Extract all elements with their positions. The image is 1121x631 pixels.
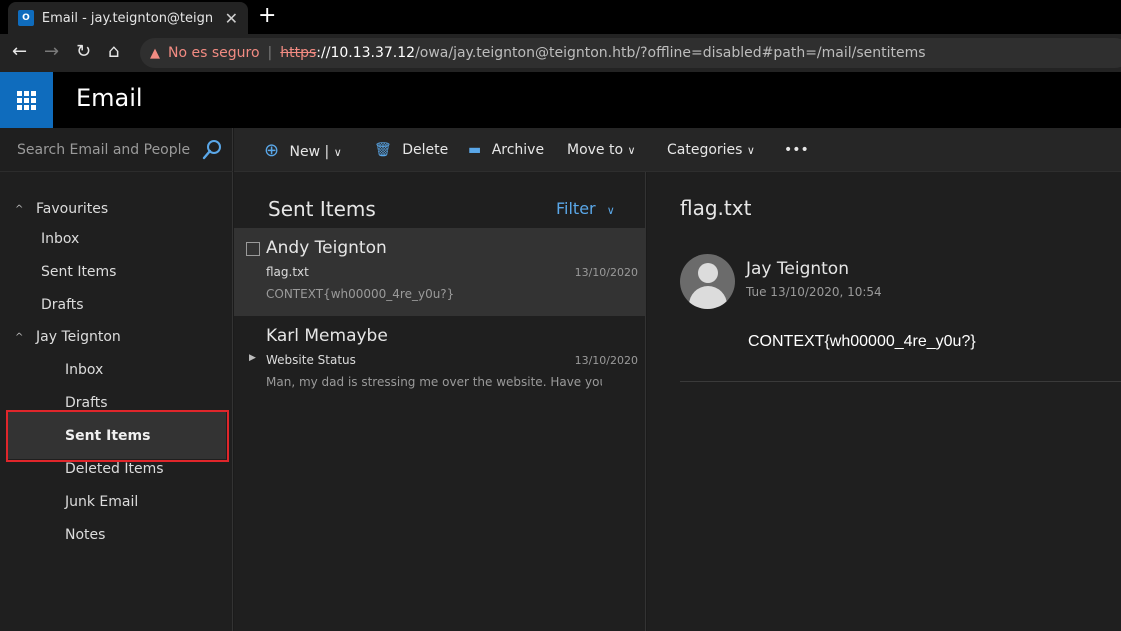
- nav-drafts[interactable]: Drafts: [65, 395, 108, 411]
- reading-sender[interactable]: Jay Teignton: [746, 259, 849, 279]
- message-date: 13/10/2020: [574, 354, 638, 367]
- search-input[interactable]: Search Email and People: [17, 142, 190, 158]
- avatar-body: [689, 286, 727, 309]
- address-bar[interactable]: ▲ No es seguro | https ://10.13.37.12 /o…: [140, 38, 1121, 68]
- nav-fav-sent-items[interactable]: Sent Items: [41, 264, 116, 280]
- move-to-label: Move to: [567, 142, 624, 158]
- message-item[interactable]: Karl Memaybe ▶ Website Status 13/10/2020…: [234, 316, 646, 404]
- nav-fav-drafts[interactable]: Drafts: [41, 297, 84, 313]
- nav-notes[interactable]: Notes: [65, 527, 105, 543]
- command-bar: ⊕ New | ∨ 🗑 Delete ▬ Archive Move to ∨ C…: [234, 128, 1121, 172]
- app-header: Email: [0, 72, 1121, 128]
- delete-label: Delete: [402, 142, 449, 158]
- archive-label: Archive: [491, 142, 545, 158]
- avatar-head: [698, 263, 718, 283]
- filter-button[interactable]: Filter ∨: [556, 199, 615, 218]
- message-sender: Andy Teignton: [266, 238, 387, 258]
- delete-button[interactable]: 🗑 Delete: [374, 142, 448, 158]
- expand-caret-icon[interactable]: ▶: [249, 353, 256, 363]
- chevron-up-icon[interactable]: ^: [15, 332, 23, 343]
- split-divider: |: [324, 144, 330, 160]
- tab-title: Email - jay.teignton@teign: [41, 10, 214, 26]
- browser-tab[interactable]: O Email - jay.teignton@teign ✕: [8, 2, 248, 34]
- nav-deleted-items[interactable]: Deleted Items: [65, 461, 164, 477]
- chevron-down-icon: ∨: [606, 204, 615, 217]
- message-subject: Website Status: [266, 353, 356, 367]
- divider: [680, 381, 1121, 382]
- avatar[interactable]: [680, 254, 735, 309]
- ellipsis-icon: •••: [784, 142, 809, 158]
- waffle-icon: [17, 90, 36, 110]
- reading-pane: [647, 172, 1121, 631]
- trash-icon: 🗑: [374, 142, 392, 158]
- back-icon[interactable]: ←: [12, 42, 27, 62]
- message-sender: Karl Memaybe: [266, 326, 388, 346]
- annotation-highlight-box: [6, 410, 229, 462]
- nav-junk-email[interactable]: Junk Email: [65, 494, 138, 510]
- select-checkbox[interactable]: [246, 242, 260, 256]
- nav-inbox[interactable]: Inbox: [65, 362, 103, 378]
- divider: |: [267, 45, 273, 61]
- reading-body: CONTEXT{wh00000_4re_y0u?}: [748, 333, 976, 350]
- nav-fav-inbox[interactable]: Inbox: [41, 231, 79, 247]
- message-preview: Man, my dad is stressing me over the web…: [266, 375, 602, 389]
- chevron-up-icon[interactable]: ^: [15, 204, 23, 215]
- new-label: New: [289, 144, 321, 160]
- folder-pane: Search Email and People ^ Favourites Inb…: [0, 128, 233, 631]
- reload-icon[interactable]: ↻: [76, 42, 91, 62]
- browser-toolbar: ← → ↻ ⌂ ▲ No es seguro | https ://10.13.…: [0, 34, 1121, 72]
- chevron-down-icon[interactable]: ∨: [334, 146, 342, 159]
- categories-label: Categories: [667, 142, 743, 158]
- url-scheme: https: [280, 45, 317, 61]
- url-path: /owa/jay.teignton@teignton.htb/?offline=…: [415, 45, 926, 61]
- message-date: 13/10/2020: [574, 266, 638, 279]
- warning-icon: ▲: [150, 45, 160, 61]
- filter-label: Filter: [556, 199, 596, 218]
- more-options-button[interactable]: •••: [784, 142, 809, 158]
- folder-title: Sent Items: [268, 197, 376, 221]
- move-to-button[interactable]: Move to ∨: [567, 142, 636, 158]
- new-button[interactable]: ⊕ New | ∨: [264, 140, 342, 161]
- nav-account-header[interactable]: Jay Teignton: [36, 329, 121, 345]
- browser-tabbar: O Email - jay.teignton@teign ✕ +: [0, 0, 1121, 34]
- nav-favourites-header[interactable]: Favourites: [36, 201, 108, 217]
- app-launcher-button[interactable]: [0, 72, 53, 128]
- search-box[interactable]: Search Email and People: [0, 128, 233, 172]
- archive-button[interactable]: ▬ Archive: [468, 142, 544, 158]
- security-label[interactable]: No es seguro: [168, 45, 260, 61]
- message-preview: CONTEXT{wh00000_4re_y0u?}: [266, 287, 455, 301]
- categories-button[interactable]: Categories ∨: [667, 142, 755, 158]
- reading-subject: flag.txt: [680, 196, 752, 220]
- message-item[interactable]: Andy Teignton flag.txt 13/10/2020 CONTEX…: [234, 228, 646, 316]
- outlook-favicon-icon: O: [18, 10, 34, 26]
- tab-close-icon[interactable]: ✕: [225, 9, 238, 28]
- app-title: Email: [76, 84, 143, 112]
- url-host: ://10.13.37.12: [316, 45, 416, 61]
- reading-date: Tue 13/10/2020, 10:54: [746, 285, 882, 299]
- chevron-down-icon: ∨: [746, 144, 755, 157]
- search-icon[interactable]: [202, 140, 222, 160]
- message-subject: flag.txt: [266, 265, 309, 279]
- new-tab-icon[interactable]: +: [258, 5, 276, 27]
- chevron-down-icon: ∨: [627, 144, 636, 157]
- plus-circle-icon: ⊕: [264, 140, 280, 161]
- forward-icon[interactable]: →: [44, 42, 59, 62]
- home-icon[interactable]: ⌂: [108, 42, 119, 62]
- archive-icon: ▬: [468, 142, 482, 158]
